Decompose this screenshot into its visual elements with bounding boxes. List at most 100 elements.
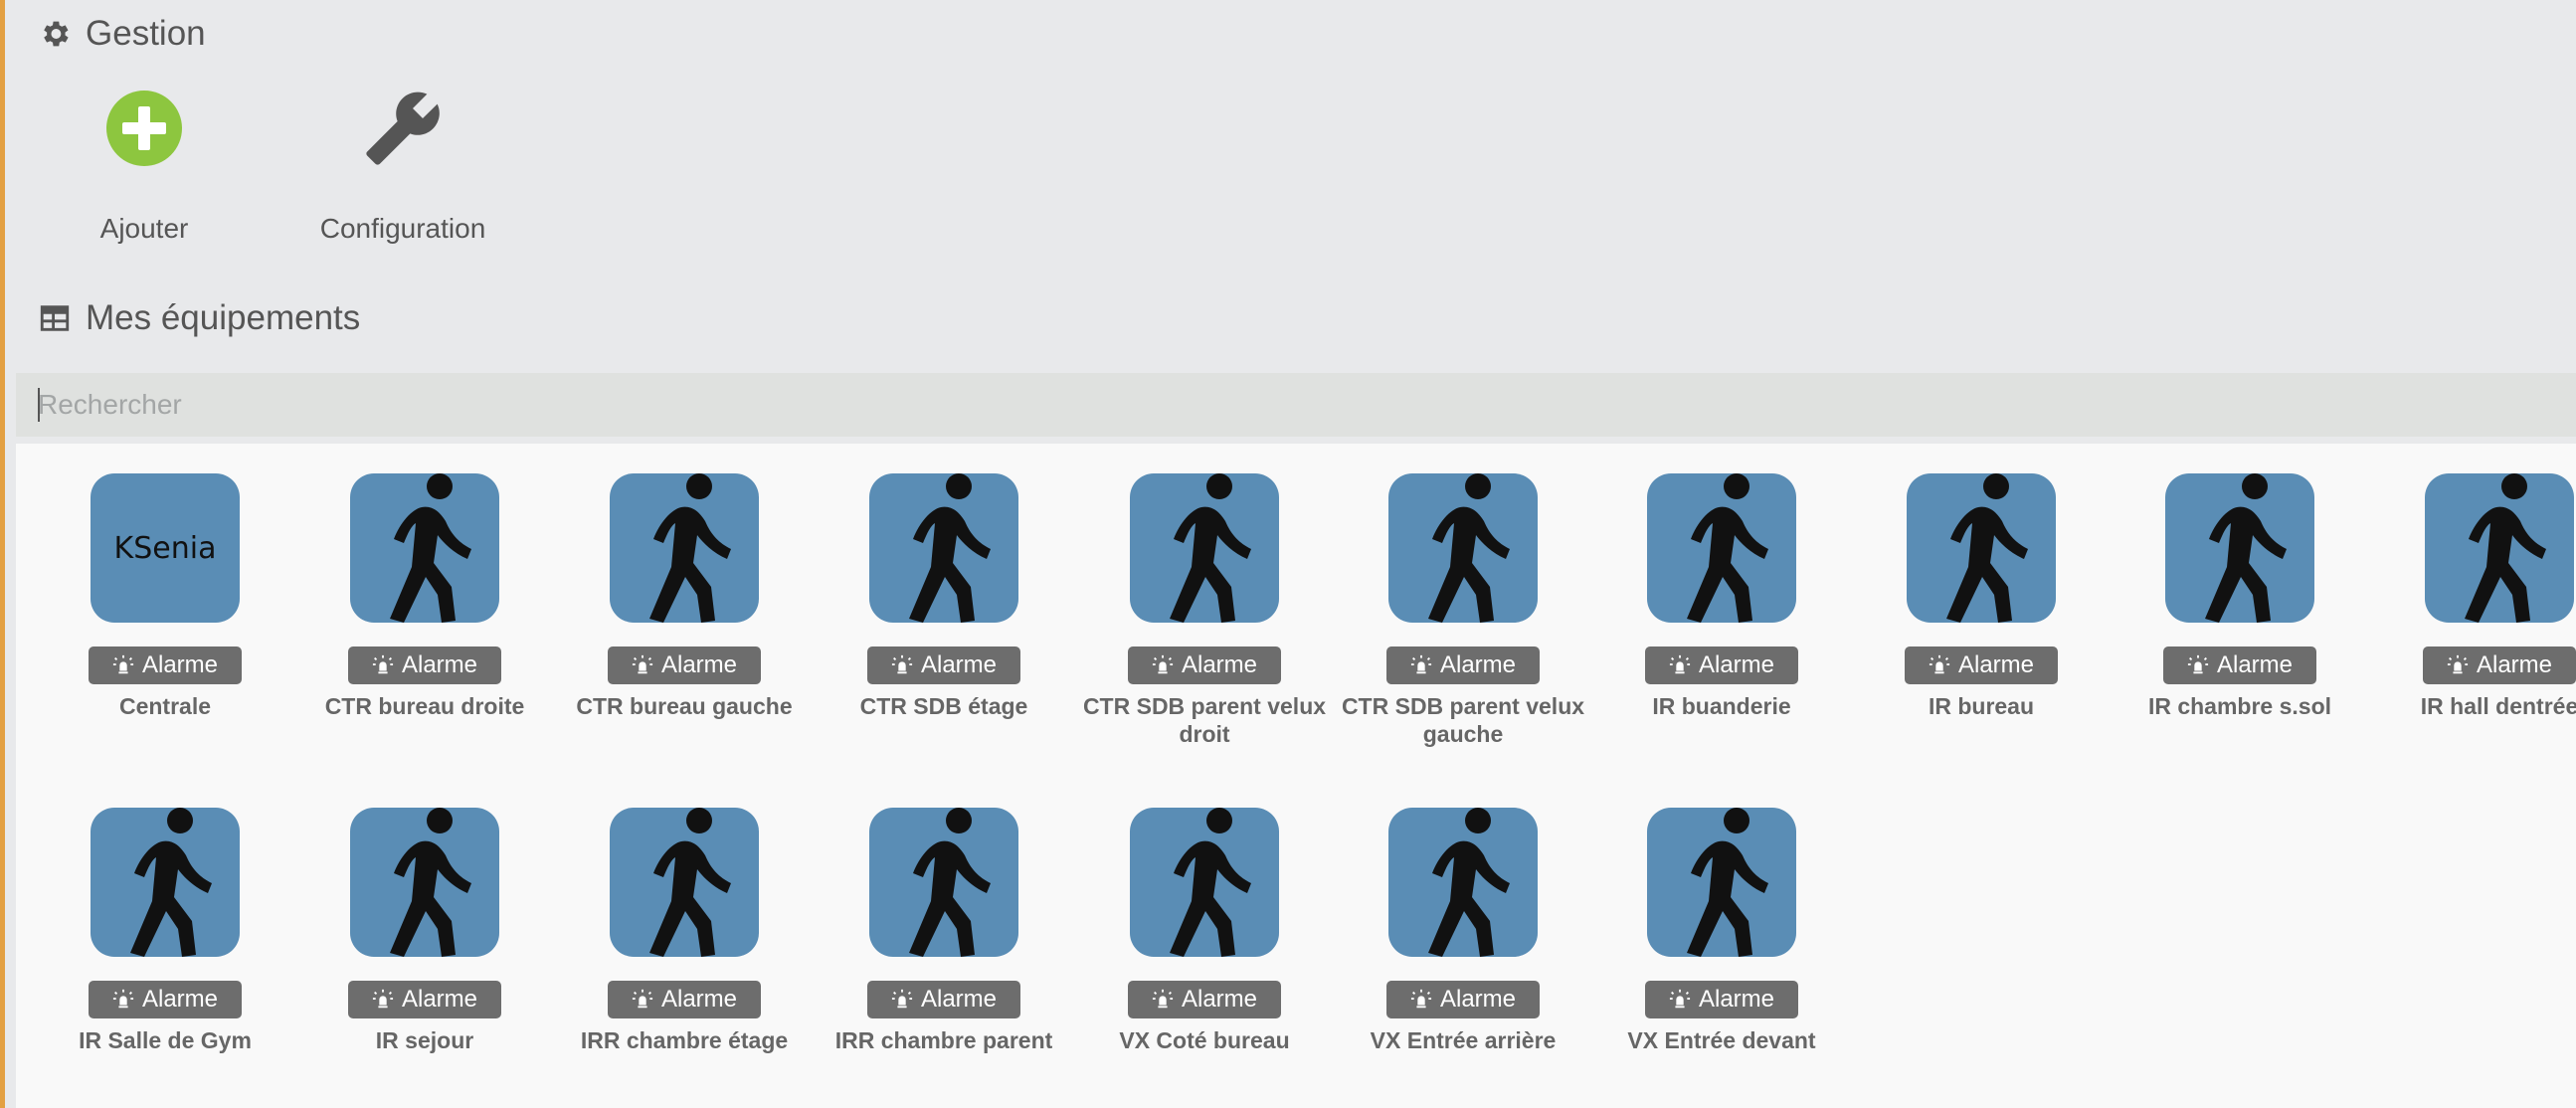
configuration-button-label: Configuration bbox=[319, 213, 486, 244]
gestion-title-text: Gestion bbox=[86, 14, 206, 53]
plus-circle-icon bbox=[103, 88, 185, 169]
alarm-light-icon bbox=[372, 989, 394, 1009]
equipment-tile bbox=[2165, 473, 2314, 623]
category-badge-label: Alarme bbox=[1181, 651, 1258, 678]
equipment-card-11[interactable]: Alarme IR sejour bbox=[295, 808, 554, 1106]
equipment-tile bbox=[350, 473, 499, 623]
equipment-card-10[interactable]: Alarme IR Salle de Gym bbox=[36, 808, 294, 1106]
equipment-card-8[interactable]: Alarme IR chambre s.sol bbox=[2111, 473, 2369, 772]
walking-person-icon bbox=[1687, 808, 1768, 957]
equipment-card-5[interactable]: Alarme CTR SDB parent velux gauche bbox=[1334, 473, 1592, 772]
equipment-card-6[interactable]: Alarme IR buanderie bbox=[1592, 473, 1851, 772]
category-badge: Alarme bbox=[867, 646, 1020, 684]
category-badge-label: Alarme bbox=[2476, 651, 2553, 678]
walking-person-icon bbox=[1170, 808, 1251, 957]
equipment-name: VX Coté bureau bbox=[1119, 1027, 1290, 1053]
equipment-tile bbox=[1130, 808, 1279, 957]
wrench-icon bbox=[362, 88, 444, 169]
category-badge: Alarme bbox=[608, 981, 761, 1018]
equipment-tile bbox=[1130, 473, 1279, 623]
walking-person-icon bbox=[1946, 473, 2028, 623]
alarm-light-icon bbox=[112, 654, 134, 674]
equipment-name: CTR SDB étage bbox=[859, 693, 1028, 719]
equipment-name: IR sejour bbox=[375, 1027, 474, 1053]
category-badge-label: Alarme bbox=[1181, 986, 1258, 1013]
alarm-light-icon bbox=[112, 989, 134, 1009]
ksenia-logo: KSenia bbox=[113, 530, 217, 566]
configuration-button[interactable]: Configuration bbox=[283, 88, 522, 257]
equipment-name: IR hall dentrée bbox=[2420, 693, 2576, 719]
alarm-light-icon bbox=[1929, 654, 1950, 674]
category-badge: Alarme bbox=[89, 646, 242, 684]
equipment-card-4[interactable]: Alarme CTR SDB parent velux droit bbox=[1075, 473, 1334, 772]
alarm-light-icon bbox=[1410, 989, 1432, 1009]
category-badge: Alarme bbox=[1645, 646, 1798, 684]
walking-person-icon bbox=[2205, 473, 2287, 623]
category-badge-label: Alarme bbox=[141, 651, 219, 678]
alarm-light-icon bbox=[891, 989, 913, 1009]
alarm-light-icon bbox=[372, 654, 394, 674]
equipements-section-title: Mes équipements bbox=[38, 298, 360, 338]
equipment-card-16[interactable]: Alarme VX Entrée devant bbox=[1592, 808, 1851, 1106]
equipment-card-3[interactable]: Alarme CTR SDB étage bbox=[815, 473, 1073, 772]
gear-icon bbox=[44, 21, 69, 47]
equipment-card-13[interactable]: Alarme IRR chambre parent bbox=[815, 808, 1073, 1106]
category-badge: Alarme bbox=[1386, 646, 1540, 684]
category-badge-label: Alarme bbox=[1957, 651, 2035, 678]
walking-person-icon bbox=[649, 808, 731, 957]
equipment-name: VX Entrée arrière bbox=[1370, 1027, 1557, 1053]
category-badge-label: Alarme bbox=[920, 986, 998, 1013]
category-badge: Alarme bbox=[2423, 646, 2576, 684]
category-badge-label: Alarme bbox=[1439, 651, 1517, 678]
category-badge: Alarme bbox=[1128, 981, 1281, 1018]
alarm-light-icon bbox=[2447, 654, 2469, 674]
alarm-light-icon bbox=[632, 654, 653, 674]
equipements-title-text: Mes équipements bbox=[86, 298, 361, 337]
walking-person-icon bbox=[2465, 473, 2546, 623]
equipment-card-14[interactable]: Alarme VX Coté bureau bbox=[1075, 808, 1334, 1106]
text-caret bbox=[38, 388, 40, 422]
search-input[interactable] bbox=[16, 373, 2576, 437]
equipment-card-1[interactable]: Alarme CTR bureau droite bbox=[295, 473, 554, 772]
equipment-name: CTR SDB parent velux droit bbox=[1082, 693, 1327, 747]
walking-person-icon bbox=[390, 473, 471, 623]
equipment-name: CTR SDB parent velux gauche bbox=[1341, 693, 1585, 747]
category-badge: Alarme bbox=[1645, 981, 1798, 1018]
category-badge-label: Alarme bbox=[1698, 651, 1775, 678]
alarm-light-icon bbox=[2187, 654, 2209, 674]
walking-person-icon bbox=[909, 808, 991, 957]
gestion-section-title: Gestion bbox=[38, 14, 206, 54]
equipment-card-9[interactable]: Alarme IR hall dentrée bbox=[2370, 473, 2576, 772]
category-badge-label: Alarme bbox=[1698, 986, 1775, 1013]
category-badge: Alarme bbox=[348, 981, 501, 1018]
category-badge-label: Alarme bbox=[401, 986, 478, 1013]
equipment-card-7[interactable]: Alarme IR bureau bbox=[1852, 473, 2111, 772]
walking-person-icon bbox=[1687, 473, 1768, 623]
equipment-tile bbox=[610, 473, 759, 623]
category-badge-label: Alarme bbox=[660, 651, 738, 678]
equipment-card-2[interactable]: Alarme CTR bureau gauche bbox=[555, 473, 814, 772]
equipment-card-12[interactable]: Alarme IRR chambre étage bbox=[555, 808, 814, 1106]
alarm-light-icon bbox=[1669, 989, 1691, 1009]
equipment-tile bbox=[869, 473, 1018, 623]
equipment-tile bbox=[869, 808, 1018, 957]
category-badge: Alarme bbox=[1905, 646, 2058, 684]
equipment-name: CTR bureau droite bbox=[324, 693, 525, 719]
category-badge: Alarme bbox=[867, 981, 1020, 1018]
walking-person-icon bbox=[1170, 473, 1251, 623]
equipment-name: IRR chambre parent bbox=[834, 1027, 1053, 1053]
equipment-card-15[interactable]: Alarme VX Entrée arrière bbox=[1334, 808, 1592, 1106]
equipment-tile bbox=[91, 808, 240, 957]
walking-person-icon bbox=[1428, 808, 1510, 957]
category-badge-label: Alarme bbox=[660, 986, 738, 1013]
equipment-tile bbox=[610, 808, 759, 957]
equipment-tile bbox=[350, 808, 499, 957]
alarm-light-icon bbox=[1669, 654, 1691, 674]
equipment-name: IR bureau bbox=[1928, 693, 2035, 719]
category-badge-label: Alarme bbox=[920, 651, 998, 678]
add-button[interactable]: Ajouter bbox=[25, 88, 264, 257]
equipment-name: IR chambre s.sol bbox=[2147, 693, 2332, 719]
equipment-tile bbox=[1907, 473, 2056, 623]
category-badge-label: Alarme bbox=[401, 651, 478, 678]
equipment-card-0[interactable]: KSenia Alarme Centrale bbox=[36, 473, 294, 772]
